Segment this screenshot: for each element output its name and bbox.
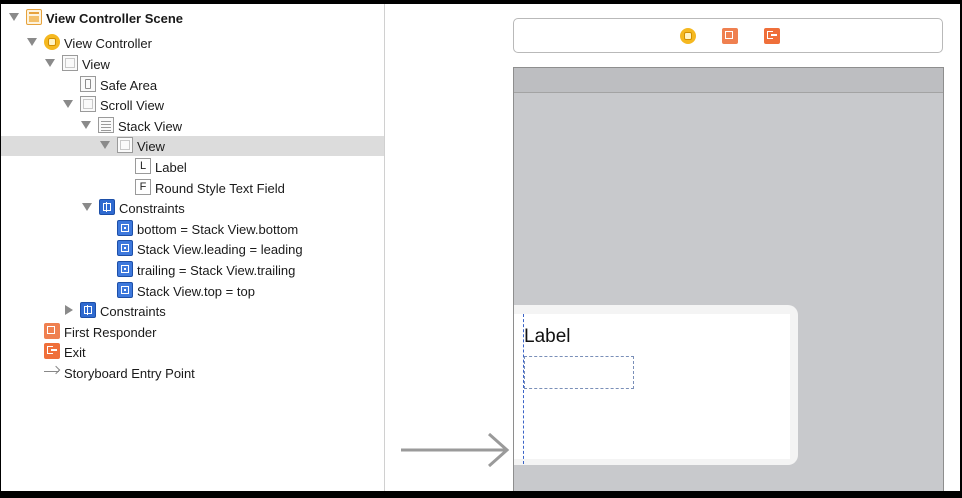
outline-row-label: Constraints <box>119 200 185 216</box>
constraint-trailing-icon <box>117 261 133 277</box>
outline-row-stack-view[interactable]: Stack View <box>1 116 384 136</box>
constraint-leading-icon <box>117 240 133 256</box>
outline-row-scroll-view[interactable]: Scroll View <box>1 95 384 115</box>
outline-row-constraint-bottom[interactable]: bottom = Stack View.bottom <box>1 219 384 239</box>
entry-point-arrow-icon <box>44 364 60 380</box>
outline-row-constraint-leading[interactable]: Stack View.leading = leading <box>1 239 384 259</box>
outline-row-view-controller[interactable]: View Controller <box>1 33 384 53</box>
outline-row-label: View <box>82 56 110 72</box>
exit-icon[interactable] <box>764 28 780 44</box>
disclosure-triangle-icon[interactable] <box>82 203 92 211</box>
outline-row-text-field[interactable]: F Round Style Text Field <box>1 178 384 198</box>
outline-row-constraints-collapsed[interactable]: Constraints <box>1 301 384 321</box>
constraints-icon <box>99 199 115 215</box>
outline-row-label: View Controller Scene <box>46 10 184 26</box>
outline-row-first-responder[interactable]: First Responder <box>1 322 384 342</box>
disclosure-triangle-icon[interactable] <box>63 100 73 108</box>
storyboard-entry-arrow[interactable] <box>401 430 511 470</box>
outline-row-label: Scroll View <box>100 97 165 113</box>
outline-row-label: View Controller <box>64 35 152 51</box>
first-responder-icon <box>44 323 60 339</box>
outline-row-label-item[interactable]: L Label <box>1 157 384 177</box>
label-icon: L <box>135 158 151 174</box>
outline-row-label: trailing = Stack View.trailing <box>137 262 296 278</box>
outline-row-label: Constraints <box>100 303 166 319</box>
scroll-view-caption: UIScrollView <box>682 446 762 462</box>
view-icon <box>62 55 78 71</box>
disclosure-triangle-icon[interactable] <box>9 13 19 21</box>
text-field-icon: F <box>135 179 151 195</box>
outline-row-label: Stack View.leading = leading <box>137 241 303 257</box>
leading-guide-line <box>523 314 524 464</box>
disclosure-triangle-icon[interactable] <box>81 121 91 129</box>
outline-row-label: View <box>137 138 165 154</box>
outline-row-label: Exit <box>64 344 86 360</box>
round-style-text-field[interactable] <box>524 356 634 389</box>
constraints-icon <box>80 302 96 318</box>
outline-row-safe-area[interactable]: Safe Area <box>1 75 384 95</box>
disclosure-triangle-icon[interactable] <box>65 305 73 315</box>
outline-row-view-selected[interactable]: View <box>1 136 384 156</box>
outline-row-label: Stack View <box>118 118 183 134</box>
storyboard-scene-icon <box>26 9 42 25</box>
view-controller-icon <box>44 34 60 50</box>
outline-row-label: Stack View.top = top <box>137 283 255 299</box>
outline-row-constraint-trailing[interactable]: trailing = Stack View.trailing <box>1 260 384 280</box>
stack-view[interactable]: Label <box>514 314 790 464</box>
disclosure-triangle-icon[interactable] <box>45 59 55 67</box>
outline-row-entry-point[interactable]: Storyboard Entry Point <box>1 363 384 383</box>
status-bar <box>514 68 943 93</box>
outline-row-label: Safe Area <box>100 77 158 93</box>
disclosure-triangle-icon[interactable] <box>27 38 37 46</box>
disclosure-triangle-icon[interactable] <box>100 141 110 149</box>
constraint-bottom-icon <box>117 220 133 236</box>
safe-area-icon <box>80 76 96 92</box>
outline-row-label: Label <box>155 159 187 175</box>
stack-view-icon <box>98 117 114 133</box>
outline-row-scene[interactable]: View Controller Scene <box>1 8 384 28</box>
exit-icon <box>44 343 60 359</box>
outline-row-constraint-top[interactable]: Stack View.top = top <box>1 281 384 301</box>
canvas-label[interactable]: Label <box>524 326 571 348</box>
outline-row-label: Round Style Text Field <box>155 180 285 196</box>
constraint-top-icon <box>117 282 133 298</box>
storyboard-canvas[interactable]: Label UIScrollView <box>385 4 960 491</box>
view-icon <box>117 137 133 153</box>
outline-row-view[interactable]: View <box>1 54 384 74</box>
scroll-view[interactable]: Label UIScrollView <box>514 305 798 465</box>
document-outline: View Controller Scene View Controller Vi… <box>1 4 385 491</box>
view-controller-canvas[interactable]: Label UIScrollView <box>513 67 944 491</box>
outline-row-constraints[interactable]: Constraints <box>1 198 384 218</box>
outline-row-label: Storyboard Entry Point <box>64 365 195 381</box>
view-controller-icon[interactable] <box>680 28 696 44</box>
outline-row-exit[interactable]: Exit <box>1 342 384 362</box>
scroll-view-icon <box>80 96 96 112</box>
first-responder-icon[interactable] <box>722 28 738 44</box>
outline-row-label: First Responder <box>64 324 157 340</box>
outline-row-label: bottom = Stack View.bottom <box>137 221 299 237</box>
scene-dock <box>513 18 943 53</box>
